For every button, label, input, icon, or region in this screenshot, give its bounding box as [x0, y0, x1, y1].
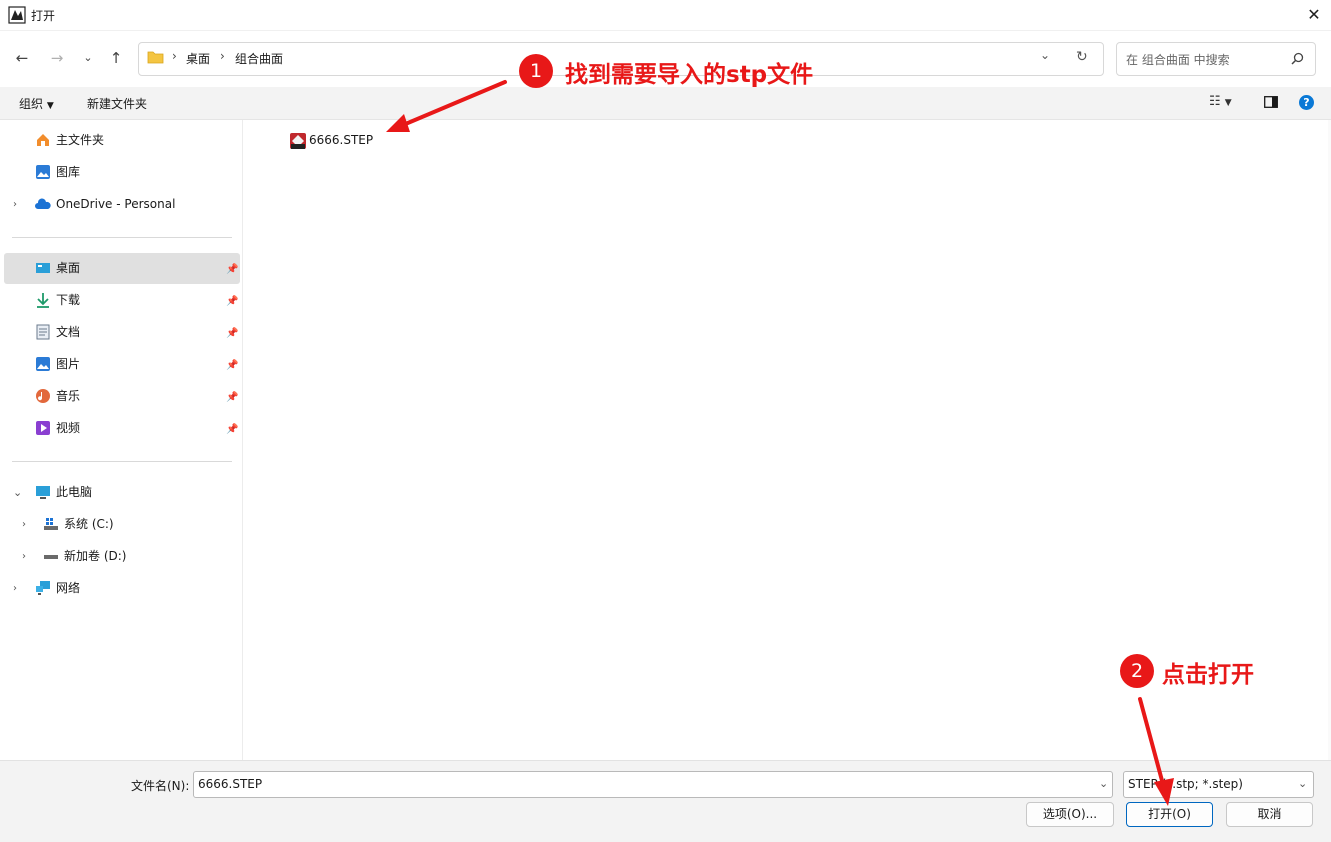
address-dropdown-icon[interactable]: ⌄ [1040, 48, 1050, 62]
cancel-button[interactable]: 取消 [1226, 802, 1313, 827]
back-button[interactable]: ← [10, 46, 34, 70]
up-button[interactable]: ↑ [104, 46, 128, 70]
pin-icon[interactable]: 📌 [226, 264, 238, 275]
sidebar-item-this-pc[interactable]: 此电脑 [35, 477, 235, 507]
folder-icon [147, 51, 164, 64]
sidebar-item-gallery[interactable]: 图库 [35, 157, 235, 187]
window-title: 打开 [31, 9, 56, 23]
sidebar-item-pictures[interactable]: 图片 [35, 349, 235, 379]
sidebar-item-network[interactable]: 网络 [35, 573, 235, 603]
annotation-arrow-1 [386, 80, 507, 132]
chevron-right-icon[interactable]: › [13, 583, 17, 594]
search-icon[interactable] [1291, 52, 1304, 65]
sidebar-item-documents[interactable]: 文档 [35, 317, 235, 347]
network-icon [36, 581, 50, 595]
document-icon [36, 324, 50, 340]
search-input[interactable]: 在 组合曲面 中搜索 [1126, 51, 1230, 68]
annotation-text-2: 点击打开 [1162, 662, 1254, 688]
new-folder-button[interactable]: 新建文件夹 [87, 95, 147, 112]
download-icon [37, 293, 49, 308]
view-options-icon[interactable]: ☷ ▼ [1209, 94, 1232, 109]
sidebar-divider [12, 461, 232, 462]
desktop-icon [36, 263, 50, 273]
filename-input[interactable] [193, 771, 1113, 798]
music-icon [36, 389, 50, 403]
recent-locations-button[interactable]: ⌄ [76, 46, 100, 70]
title-bar [0, 0, 1331, 31]
pin-icon[interactable]: 📌 [226, 392, 238, 403]
forward-button[interactable]: → [45, 46, 69, 70]
home-icon [37, 134, 49, 146]
step-file-icon [290, 133, 306, 149]
breadcrumb-separator: › [220, 49, 225, 63]
breadcrumb-desktop[interactable]: 桌面 [186, 50, 210, 67]
picture-icon [36, 357, 50, 371]
breadcrumb-current[interactable]: 组合曲面 [235, 50, 283, 67]
annotation-badge-2: 2 [1120, 654, 1154, 688]
refresh-icon[interactable]: ↻ [1076, 49, 1088, 65]
chevron-right-icon[interactable]: › [22, 519, 26, 530]
drive-d-icon [44, 555, 58, 559]
sidebar-item-drive-c[interactable]: 系统 (C:) [43, 509, 233, 539]
filename-label: 文件名(N): [131, 779, 190, 793]
cloud-icon [35, 198, 51, 209]
pc-icon [36, 486, 50, 499]
preview-pane-icon[interactable] [1264, 96, 1278, 108]
filetype-dropdown-icon[interactable]: ⌄ [1298, 777, 1307, 790]
sidebar-item-videos[interactable]: 视频 [35, 413, 235, 443]
sidebar-item-downloads[interactable]: 下载 [35, 285, 235, 315]
app-icon [8, 6, 26, 24]
filename-dropdown-icon[interactable]: ⌄ [1099, 777, 1108, 790]
sidebar-item-music[interactable]: 音乐 [35, 381, 235, 411]
breadcrumb-separator: › [172, 49, 177, 63]
close-button[interactable]: ✕ [1300, 2, 1328, 28]
options-button[interactable]: 选项(O)... [1026, 802, 1114, 827]
sidebar-divider [12, 237, 232, 238]
pin-icon[interactable]: 📌 [226, 328, 238, 339]
annotation-arrow-2 [1138, 697, 1174, 806]
pin-icon[interactable]: 📌 [226, 360, 238, 371]
file-name: 6666.STEP [309, 133, 374, 147]
organize-label: 组织 [19, 97, 44, 111]
sidebar-item-drive-d[interactable]: 新加卷 (D:) [43, 541, 233, 571]
sidebar-item-onedrive[interactable]: OneDrive - Personal [35, 189, 235, 219]
sidebar-item-desktop[interactable]: 桌面 [35, 253, 235, 283]
video-icon [36, 421, 50, 435]
chevron-right-icon[interactable]: › [13, 199, 17, 210]
pin-icon[interactable]: 📌 [226, 296, 238, 307]
drive-c-icon [44, 518, 58, 530]
annotation-badge-1: 1 [519, 54, 553, 88]
annotation-text-1: 找到需要导入的stp文件 [565, 62, 814, 88]
toolbar [0, 87, 1331, 120]
filename-value[interactable]: 6666.STEP [198, 777, 262, 791]
pin-icon[interactable]: 📌 [226, 424, 238, 435]
sidebar-item-home[interactable]: 主文件夹 [35, 125, 235, 155]
chevron-down-icon[interactable]: ⌄ [13, 486, 22, 499]
chevron-right-icon[interactable]: › [22, 551, 26, 562]
help-icon[interactable]: ? [1299, 95, 1314, 110]
chevron-down-icon: ▼ [46, 101, 54, 111]
gallery-icon [36, 165, 50, 179]
organize-button[interactable]: 组织 ▼ [19, 95, 54, 112]
